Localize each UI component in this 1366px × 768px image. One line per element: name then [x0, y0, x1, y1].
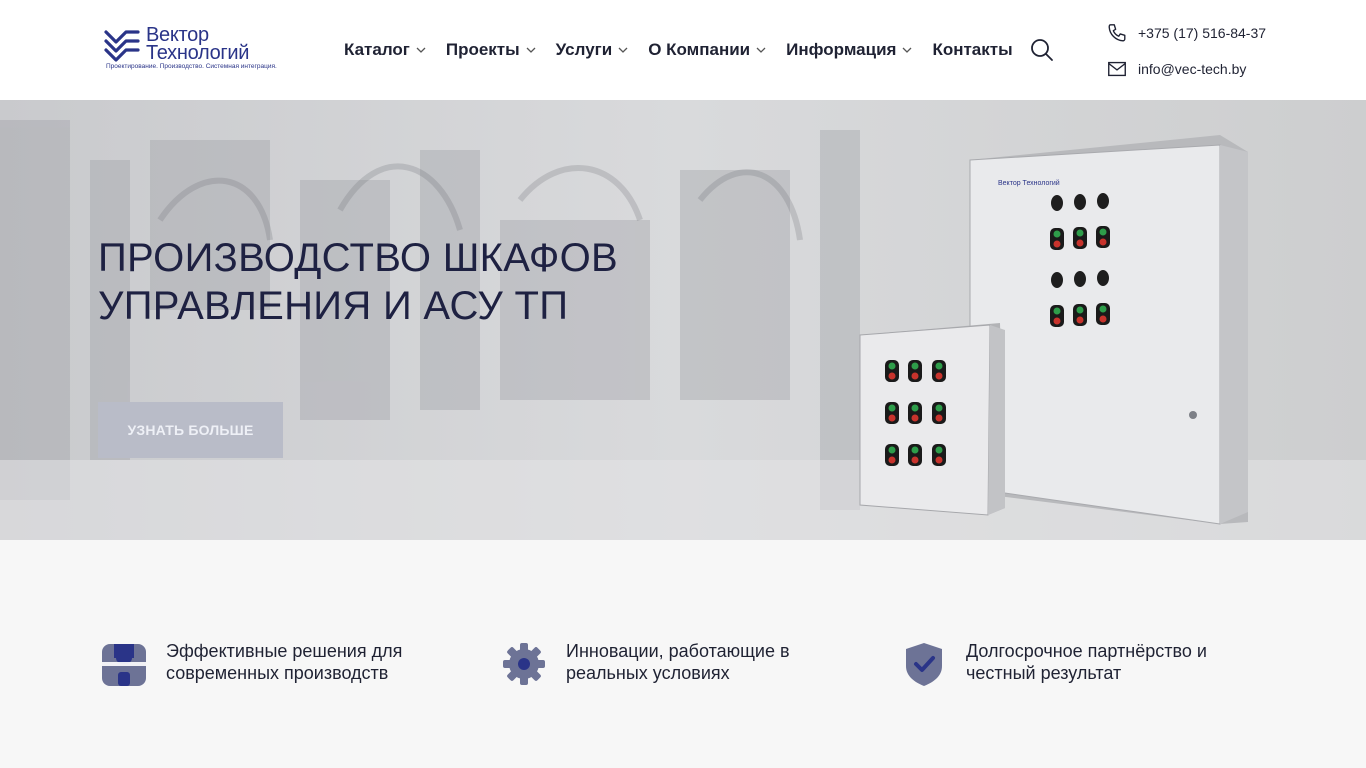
cabinet-lock: [1189, 411, 1197, 419]
nav-item-information[interactable]: Информация: [786, 40, 912, 60]
nav-item-label: О Компании: [648, 40, 751, 59]
nav-item-contacts[interactable]: Контакты: [932, 40, 1012, 60]
feature-item: Долгосрочное партнёрство и честный резул…: [900, 640, 1216, 688]
chevron-down-icon: [756, 47, 766, 53]
hero-title-line1: ПРОИЗВОДСТВО ШКАФОВ: [98, 236, 619, 280]
nav-item-label: Проекты: [445, 40, 520, 59]
features-section: Эффективные решения для современных прои…: [0, 540, 1366, 768]
nav-item-label: Контакты: [932, 40, 1013, 59]
learn-more-button[interactable]: УЗНАТЬ БОЛЬШЕ: [98, 402, 283, 458]
hero-banner: ПРОИЗВОДСТВО ШКАФОВ УПРАВЛЕНИЯ И АСУ ТП …: [0, 100, 1366, 540]
feature-item: Эффективные решения для современных прои…: [100, 640, 416, 688]
company-logo[interactable]: Вектор Технологий Проектирование. Произв…: [104, 25, 277, 74]
logo-tagline: Проектирование. Производство. Системная …: [106, 63, 277, 70]
chevron-down-icon: [526, 47, 536, 53]
logo-mark-icon: [104, 30, 140, 62]
nav-item-services[interactable]: Услуги: [556, 40, 629, 60]
feature-item: Инновации, работающие в реальных условия…: [500, 640, 816, 688]
cabinet-brand-label: Вектор Технологий: [998, 179, 1060, 187]
site-header: Вектор Технологий Проектирование. Произв…: [0, 0, 1366, 100]
phone-icon: [1108, 24, 1126, 42]
search-icon[interactable]: [1030, 38, 1054, 62]
hero-title: ПРОИЗВОДСТВО ШКАФОВ УПРАВЛЕНИЯ И АСУ ТП: [98, 234, 738, 330]
nav-item-projects[interactable]: Проекты: [446, 40, 536, 60]
small-cabinet-buttons: [885, 360, 946, 466]
feature-text: Инновации, работающие в реальных условия…: [566, 641, 790, 683]
nav-item-label: Услуги: [555, 40, 613, 59]
nav-item-label: Информация: [786, 40, 897, 59]
shield-check-icon: [906, 643, 942, 686]
nav-item-about[interactable]: О Компании: [648, 40, 766, 60]
email-address: info@vec-tech.by: [1138, 61, 1247, 77]
hero-title-line2: УПРАВЛЕНИЯ И АСУ ТП: [98, 284, 569, 328]
chevron-down-icon: [618, 47, 628, 53]
store-icon: [102, 644, 146, 686]
feature-text: Эффективные решения для современных прои…: [166, 641, 403, 683]
control-cabinet-image: Вектор Технологий: [859, 135, 1248, 525]
mail-icon: [1108, 61, 1126, 77]
logo-name-line2: Технологий: [146, 42, 250, 64]
email-link[interactable]: info@vec-tech.by: [1106, 58, 1246, 80]
main-nav: Каталог Проекты Услуги О Компании Информ…: [344, 38, 1013, 62]
logo-name: Вектор Технологий: [146, 25, 250, 64]
feature-text: Долгосрочное партнёрство и честный резул…: [966, 641, 1207, 683]
nav-item-catalog[interactable]: Каталог: [344, 40, 426, 60]
gear-icon: [503, 643, 545, 685]
phone-number: +375 (17) 516-84-37: [1138, 25, 1267, 41]
chevron-down-icon: [902, 47, 912, 53]
nav-item-label: Каталог: [344, 40, 410, 59]
chevron-down-icon: [416, 47, 426, 53]
phone-link[interactable]: +375 (17) 516-84-37: [1106, 22, 1266, 44]
